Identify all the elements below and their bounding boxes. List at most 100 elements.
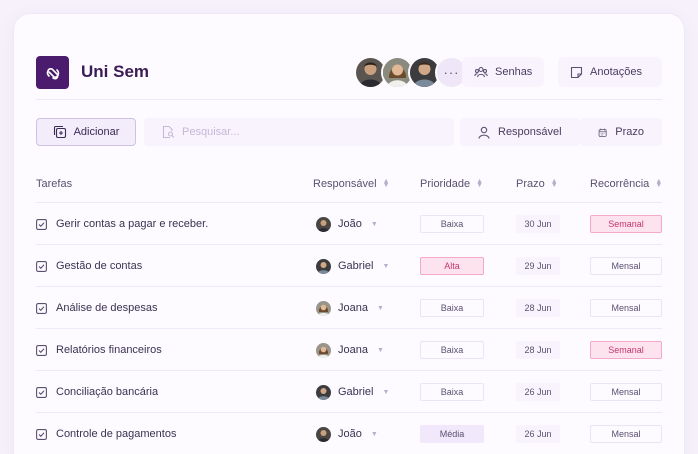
notes-label: Anotações xyxy=(590,66,642,78)
deadline-badge[interactable]: 28 Jun xyxy=(516,299,560,317)
sort-icon[interactable]: ▲ ▼ xyxy=(476,178,483,189)
priority-badge[interactable]: Baixa xyxy=(420,215,484,233)
avatar xyxy=(316,384,331,400)
sort-icon[interactable]: ▲ ▼ xyxy=(655,178,662,189)
sort-icon[interactable]: ▲ ▼ xyxy=(551,178,558,189)
task-cell[interactable]: Gestão de contas xyxy=(36,245,142,287)
deadline-filter-button[interactable]: Prazo xyxy=(580,118,662,146)
table-row[interactable]: Conciliação bancária Gabriel ▼ Baixa 26 … xyxy=(36,370,662,412)
team-avatars[interactable]: ··· xyxy=(354,56,468,89)
people-group-icon xyxy=(474,66,488,78)
passwords-label: Senhas xyxy=(495,66,533,78)
priority-cell[interactable]: Média xyxy=(420,413,484,454)
table-row[interactable]: Controle de pagamentos João ▼ Média 26 J… xyxy=(36,412,662,454)
recurrence-badge[interactable]: Mensal xyxy=(590,299,662,317)
task-cell[interactable]: Análise de despesas xyxy=(36,287,158,329)
priority-badge[interactable]: Baixa xyxy=(420,341,484,359)
priority-badge[interactable]: Média xyxy=(420,425,484,443)
priority-cell[interactable]: Baixa xyxy=(420,329,484,371)
checkbox-icon[interactable] xyxy=(36,386,47,398)
deadline-cell[interactable]: 26 Jun xyxy=(516,371,560,413)
header-divider xyxy=(36,99,662,100)
task-name: Análise de despesas xyxy=(56,302,158,314)
checkbox-icon[interactable] xyxy=(36,302,47,314)
column-header-recurrence-label: Recorrência xyxy=(590,178,650,190)
deadline-cell[interactable]: 28 Jun xyxy=(516,329,560,371)
column-header-priority[interactable]: Prioridade ▲ ▼ xyxy=(420,178,483,190)
deadline-cell[interactable]: 29 Jun xyxy=(516,245,560,287)
chevron-down-icon[interactable]: ▼ xyxy=(371,431,378,438)
chevron-down-icon[interactable]: ▼ xyxy=(382,263,389,270)
responsible-cell[interactable]: Gabriel ▼ xyxy=(316,371,389,413)
avatar xyxy=(316,216,331,232)
recurrence-cell[interactable]: Semanal xyxy=(590,329,662,371)
user-icon xyxy=(478,126,490,139)
column-header-task[interactable]: Tarefas xyxy=(36,178,72,190)
task-name: Gestão de contas xyxy=(56,260,143,272)
deadline-cell[interactable]: 26 Jun xyxy=(516,413,560,454)
responsible-cell[interactable]: João ▼ xyxy=(316,203,378,245)
checkbox-icon[interactable] xyxy=(36,428,47,440)
priority-cell[interactable]: Baixa xyxy=(420,203,484,245)
column-header-task-label: Tarefas xyxy=(36,178,73,190)
responsible-cell[interactable]: Gabriel ▼ xyxy=(316,245,389,287)
deadline-badge[interactable]: 30 Jun xyxy=(516,215,560,233)
recurrence-cell[interactable]: Mensal xyxy=(590,413,662,454)
avatar xyxy=(316,342,331,358)
recurrence-cell[interactable]: Mensal xyxy=(590,245,662,287)
task-cell[interactable]: Gerir contas a pagar e receber. xyxy=(36,203,208,245)
responsible-filter-button[interactable]: Responsável xyxy=(460,118,580,146)
passwords-button[interactable]: Senhas xyxy=(462,57,545,87)
deadline-badge[interactable]: 26 Jun xyxy=(516,425,560,443)
deadline-cell[interactable]: 30 Jun xyxy=(516,203,560,245)
task-cell[interactable]: Conciliação bancária xyxy=(36,371,158,413)
priority-cell[interactable]: Baixa xyxy=(420,371,484,413)
recurrence-cell[interactable]: Mensal xyxy=(590,371,662,413)
recurrence-badge[interactable]: Mensal xyxy=(590,257,662,275)
checkbox-icon[interactable] xyxy=(36,218,47,230)
priority-badge[interactable]: Alta xyxy=(420,257,484,275)
task-cell[interactable]: Relatórios financeiros xyxy=(36,329,162,371)
checkbox-icon[interactable] xyxy=(36,260,47,272)
priority-cell[interactable]: Alta xyxy=(420,245,484,287)
avatar xyxy=(316,300,331,316)
priority-badge[interactable]: Baixa xyxy=(420,299,484,317)
recurrence-badge[interactable]: Semanal xyxy=(590,215,662,233)
notes-button[interactable]: Anotações xyxy=(558,57,662,87)
chevron-down-icon[interactable]: ▼ xyxy=(377,305,384,312)
task-cell[interactable]: Controle de pagamentos xyxy=(36,413,176,454)
sort-icon[interactable]: ▲ ▼ xyxy=(383,178,390,189)
add-label: Adicionar xyxy=(73,126,120,138)
chevron-down-icon[interactable]: ▼ xyxy=(382,389,389,396)
chevron-down-icon[interactable]: ▼ xyxy=(377,347,384,354)
column-header-recurrence[interactable]: Recorrência ▲ ▼ xyxy=(590,178,662,190)
column-header-responsible[interactable]: Responsável ▲ ▼ xyxy=(313,178,390,190)
table-row[interactable]: Gestão de contas Gabriel ▼ Alta 29 Jun M… xyxy=(36,244,662,286)
recurrence-badge[interactable]: Mensal xyxy=(590,383,662,401)
responsible-cell[interactable]: Joana ▼ xyxy=(316,329,384,371)
priority-cell[interactable]: Baixa xyxy=(420,287,484,329)
table-row[interactable]: Análise de despesas Joana ▼ Baixa 28 Jun… xyxy=(36,286,662,328)
table-row[interactable]: Gerir contas a pagar e receber. João ▼ B… xyxy=(36,202,662,244)
search-input[interactable] xyxy=(182,126,442,138)
responsible-cell[interactable]: Joana ▼ xyxy=(316,287,384,329)
recurrence-cell[interactable]: Semanal xyxy=(590,203,662,245)
search-bar[interactable] xyxy=(144,118,454,146)
deadline-badge[interactable]: 28 Jun xyxy=(516,341,560,359)
deadline-badge[interactable]: 29 Jun xyxy=(516,257,560,275)
recurrence-cell[interactable]: Mensal xyxy=(590,287,662,329)
column-header-deadline-label: Prazo xyxy=(516,178,545,190)
checkbox-icon[interactable] xyxy=(36,344,47,356)
deadline-cell[interactable]: 28 Jun xyxy=(516,287,560,329)
responsible-cell[interactable]: João ▼ xyxy=(316,413,378,454)
priority-badge[interactable]: Baixa xyxy=(420,383,484,401)
recurrence-badge[interactable]: Semanal xyxy=(590,341,662,359)
column-header-deadline[interactable]: Prazo ▲ ▼ xyxy=(516,178,558,190)
add-button[interactable]: Adicionar xyxy=(36,118,136,146)
table-row[interactable]: Relatórios financeiros Joana ▼ Baixa 28 … xyxy=(36,328,662,370)
app-logo[interactable] xyxy=(36,56,69,89)
deadline-badge[interactable]: 26 Jun xyxy=(516,383,560,401)
recurrence-badge[interactable]: Mensal xyxy=(590,425,662,443)
chevron-down-icon[interactable]: ▼ xyxy=(371,221,378,228)
app-title: Uni Sem xyxy=(81,62,150,81)
